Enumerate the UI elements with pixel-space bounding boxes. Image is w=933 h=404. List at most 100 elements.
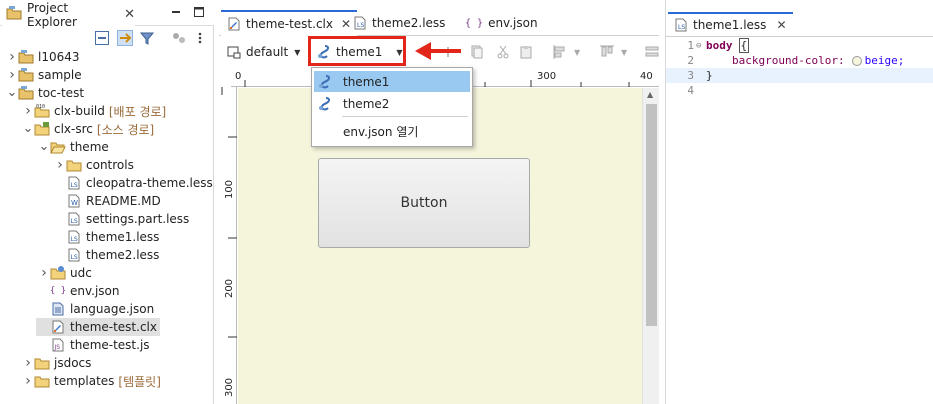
less-file-icon: LS <box>66 229 82 245</box>
editor-tab-bar: theme-test.clx ✕ LS theme2.less { } env.… <box>219 0 659 36</box>
line-number: 2 <box>687 54 694 67</box>
tree-item-settings-part-less[interactable]: LS settings.part.less <box>54 210 189 228</box>
maximize-icon[interactable] <box>194 6 204 17</box>
copy-icon[interactable] <box>470 41 484 63</box>
tree-item-readme-md[interactable]: W README.MD <box>54 192 161 210</box>
tree-item-theme[interactable]: ⌄ theme <box>38 138 109 156</box>
tab-divider <box>666 36 933 37</box>
svg-text:LS: LS <box>678 24 685 31</box>
fold-icon[interactable]: ⊖ <box>696 41 706 51</box>
less-file-icon: LS <box>66 175 82 191</box>
paste-icon[interactable] <box>519 41 533 63</box>
tree-item-label: clx-build <box>54 104 105 118</box>
tree-item-decoration: [소스 경로] <box>96 122 155 137</box>
clx-editor: theme-test.clx ✕ LS theme2.less { } env.… <box>219 0 659 404</box>
svg-text:LS: LS <box>357 22 364 29</box>
tree-item-language-json[interactable]: language.json <box>38 300 154 318</box>
menu-item-theme2[interactable]: theme2 <box>314 93 470 114</box>
filter-icon[interactable] <box>139 30 155 46</box>
menu-item-label: theme2 <box>343 96 390 111</box>
tree-item-label: theme-test.js <box>70 338 150 352</box>
tree-item-label: theme <box>70 140 109 154</box>
tree-item-toc-test[interactable]: ⌄ toc-test <box>6 84 84 102</box>
cut-icon[interactable] <box>496 41 510 63</box>
folder-icon <box>66 157 82 173</box>
tree-item-jsdocs[interactable]: › jsdocs <box>22 354 91 372</box>
scroll-up-icon[interactable]: ▲ <box>647 90 653 99</box>
link-with-editor-icon[interactable] <box>117 30 133 46</box>
code-line-current: 3 } <box>666 68 933 83</box>
tree-item-templates[interactable]: › templates [템플릿] <box>22 372 161 390</box>
tab-project-explorer[interactable]: Project Explorer ✕ <box>2 1 135 29</box>
tree-item-label: cleopatra-theme.less <box>86 176 213 190</box>
distribute-icon[interactable] <box>645 41 659 63</box>
tree-item-l10643[interactable]: › l10643 <box>6 48 80 66</box>
explorer-tab-bar: Project Explorer ✕ <box>0 0 214 29</box>
scrollbar-thumb[interactable] <box>646 104 657 326</box>
json-file-doc-icon <box>50 301 66 317</box>
view-menu-icon[interactable] <box>192 30 208 46</box>
close-icon[interactable]: ✕ <box>124 7 135 22</box>
tree-item-label: toc-test <box>38 86 85 100</box>
tree-item-sample[interactable]: › sample <box>6 66 81 84</box>
tree-item-theme-test-clx[interactable]: theme-test.clx <box>36 318 160 336</box>
ruler-label: 300 <box>224 377 236 398</box>
tree-item-theme-test-js[interactable]: JS theme-test.js <box>38 336 150 354</box>
project-explorer-view: Project Explorer ✕ › l10643 › sample ⌄ toc-te… <box>0 0 214 404</box>
project-icon <box>18 49 34 65</box>
menu-item-theme1[interactable]: theme1 <box>314 71 470 92</box>
collapse-all-icon[interactable] <box>94 30 110 46</box>
tree-item-clx-src[interactable]: ⌄ clx-src [소스 경로] <box>22 120 154 138</box>
tab-label: env.json <box>488 16 538 30</box>
chevron-right-icon[interactable]: › <box>6 67 18 83</box>
folder-open-icon <box>50 139 66 155</box>
chevron-down-icon[interactable]: ⌄ <box>6 86 18 99</box>
tab-env-json[interactable]: { } env.json <box>459 10 544 36</box>
tree-item-env-json[interactable]: { } env.json <box>38 282 120 300</box>
menu-item-label: theme1 <box>343 74 390 89</box>
vertical-ruler: 100 200 300 <box>219 87 237 404</box>
tree-item-label: theme-test.clx <box>70 320 157 334</box>
theme-icon <box>317 74 333 90</box>
align-left-icon[interactable]: ▼ <box>552 41 580 63</box>
layout-select[interactable]: default ▼ <box>227 41 300 63</box>
tree-item-theme1-less[interactable]: LS theme1.less <box>54 228 159 246</box>
tree-item-clx-build[interactable]: › 010 clx-build [배포 경로] <box>22 102 166 120</box>
tree-item-label: l10643 <box>38 50 80 64</box>
minimize-icon[interactable] <box>171 6 181 16</box>
tree-item-udc[interactable]: › udc <box>38 264 92 282</box>
chevron-right-icon[interactable]: › <box>22 355 34 371</box>
tab-theme1-less[interactable]: LS theme1.less ✕ <box>668 12 793 36</box>
chevron-down-icon[interactable]: ⌄ <box>38 140 50 153</box>
close-icon[interactable]: ✕ <box>776 18 786 32</box>
chevron-right-icon[interactable]: › <box>22 373 34 389</box>
ruler-label: 100 <box>224 179 236 200</box>
menu-item-open-env-json[interactable]: env.json 열기 <box>314 121 470 142</box>
tree-item-theme2-less[interactable]: LS theme2.less <box>54 246 159 264</box>
json-file-icon: { } <box>49 286 67 296</box>
tab-theme-test-clx[interactable]: theme-test.clx ✕ <box>221 10 358 36</box>
less-file-icon: LS <box>66 211 82 227</box>
canvas-button[interactable]: Button <box>318 158 530 248</box>
clx-file-icon <box>227 17 241 31</box>
folder-icon <box>34 355 50 371</box>
chevron-right-icon[interactable]: › <box>22 103 34 119</box>
theme-select-highlight <box>308 36 406 66</box>
align-top-icon[interactable]: ▼ <box>599 41 627 63</box>
tree-item-label: theme1.less <box>86 230 160 244</box>
tree-item-controls[interactable]: › controls <box>54 156 134 174</box>
svg-text:LS: LS <box>71 254 78 261</box>
code-line: 4 <box>666 83 933 98</box>
menu-item-label: env.json 열기 <box>343 125 419 139</box>
tree-item-cleopatra-theme-less[interactable]: LS cleopatra-theme.less <box>54 174 213 192</box>
chevron-right-icon[interactable]: › <box>54 157 66 173</box>
working-sets-icon[interactable] <box>171 30 187 46</box>
canvas-vertical-scrollbar[interactable]: ▲ <box>642 88 659 404</box>
chevron-down-icon[interactable]: ⌄ <box>22 122 34 135</box>
chevron-right-icon[interactable]: › <box>38 265 50 281</box>
chevron-right-icon[interactable]: › <box>6 49 18 65</box>
tab-theme2-less[interactable]: LS theme2.less <box>347 10 451 36</box>
